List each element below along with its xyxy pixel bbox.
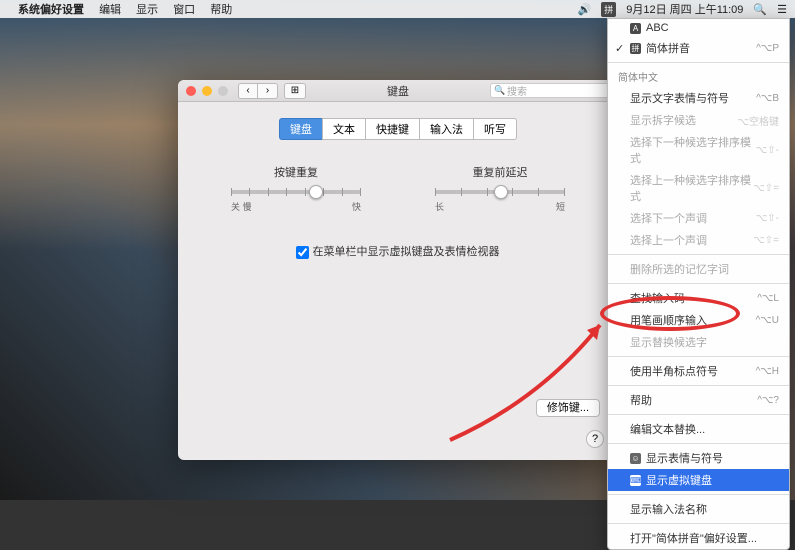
menu-edit[interactable]: 编辑 xyxy=(99,4,121,16)
app-menu[interactable]: 系统偏好设置 xyxy=(18,4,84,16)
key-repeat-slider[interactable] xyxy=(231,190,361,194)
input-method-icon[interactable]: 拼 xyxy=(601,2,616,17)
item-help[interactable]: 帮助^⌥? xyxy=(608,389,789,411)
item-show-alternates: 显示替换候选字 xyxy=(608,331,789,353)
show-all-button[interactable]: ⊞ xyxy=(284,83,306,99)
item-show-emoji[interactable]: ☺显示表情与符号 xyxy=(608,447,789,469)
show-keyboard-viewer-checkbox[interactable] xyxy=(296,246,309,259)
forward-button[interactable]: › xyxy=(258,83,278,99)
tab-dictation[interactable]: 听写 xyxy=(473,118,517,140)
item-delete-learned: 删除所选的记忆字词 xyxy=(608,258,789,280)
spotlight-icon[interactable]: 🔍 xyxy=(753,3,767,16)
keyboard-preferences-window: ‹ › ⊞ 键盘 搜索 键盘 文本 快捷键 输入法 听写 按键重复 关 慢快 重 xyxy=(178,80,618,460)
minimize-button[interactable] xyxy=(202,86,212,96)
input-pinyin[interactable]: 拼简体拼音^⌥P xyxy=(608,37,789,59)
item-show-input-name[interactable]: 显示输入法名称 xyxy=(608,498,789,520)
tab-input-sources[interactable]: 输入法 xyxy=(419,118,473,140)
menubar: 系统偏好设置 编辑 显示 窗口 帮助 🔊 拼 9月12日 周四 上午11:09 … xyxy=(0,0,795,18)
input-abc[interactable]: AABC xyxy=(608,19,789,37)
item-prev-tone: 选择上一个声调⌥⇧= xyxy=(608,229,789,251)
zoom-button[interactable] xyxy=(218,86,228,96)
menu-view[interactable]: 显示 xyxy=(136,4,158,16)
item-edit-text-subs[interactable]: 编辑文本替换... xyxy=(608,418,789,440)
item-open-pinyin-prefs[interactable]: 打开"简体拼音"偏好设置... xyxy=(608,527,789,549)
item-show-keyboard-viewer[interactable]: ⌨显示虚拟键盘 xyxy=(608,469,789,491)
delay-slider[interactable] xyxy=(435,190,565,194)
delay-label: 重复前延迟 xyxy=(435,164,565,180)
section-chinese: 简体中文 xyxy=(608,66,789,87)
datetime[interactable]: 9月12日 周四 上午11:09 xyxy=(626,1,743,17)
notification-center-icon[interactable]: ☰ xyxy=(777,3,787,16)
item-stroke-input[interactable]: 用笔画顺序输入^⌥U xyxy=(608,309,789,331)
checkbox-label: 在菜单栏中显示虚拟键盘及表情检视器 xyxy=(313,246,500,258)
window-titlebar[interactable]: ‹ › ⊞ 键盘 搜索 xyxy=(178,80,618,102)
tab-text[interactable]: 文本 xyxy=(322,118,365,140)
menu-window[interactable]: 窗口 xyxy=(173,4,195,16)
close-button[interactable] xyxy=(186,86,196,96)
search-input[interactable]: 搜索 xyxy=(490,83,610,98)
tab-shortcuts[interactable]: 快捷键 xyxy=(365,118,419,140)
tab-keyboard[interactable]: 键盘 xyxy=(279,118,322,140)
key-repeat-label: 按键重复 xyxy=(231,164,361,180)
back-button[interactable]: ‹ xyxy=(238,83,258,99)
input-method-menu: AABC 拼简体拼音^⌥P 简体中文 显示文字表情与符号^⌥B 显示拆字候选⌥空… xyxy=(607,18,790,550)
item-emoji-symbols[interactable]: 显示文字表情与符号^⌥B xyxy=(608,87,789,109)
item-halfwidth-punct[interactable]: 使用半角标点符号^⌥H xyxy=(608,360,789,382)
item-find-code[interactable]: 查找输入码^⌥L xyxy=(608,287,789,309)
modifier-keys-button[interactable]: 修饰键... xyxy=(536,399,600,417)
window-title: 键盘 xyxy=(387,83,409,99)
tab-bar: 键盘 文本 快捷键 输入法 听写 xyxy=(194,118,602,140)
item-next-sort: 选择下一种候选字排序模式⌥⇧- xyxy=(608,131,789,169)
help-button[interactable]: ? xyxy=(586,430,604,448)
menu-help[interactable]: 帮助 xyxy=(210,4,232,16)
volume-icon[interactable]: 🔊 xyxy=(578,3,592,16)
item-prev-sort: 选择上一种候选字排序模式⌥⇧= xyxy=(608,169,789,207)
item-next-tone: 选择下一个声调⌥⇧- xyxy=(608,207,789,229)
item-split-candidates: 显示拆字候选⌥空格键 xyxy=(608,109,789,131)
